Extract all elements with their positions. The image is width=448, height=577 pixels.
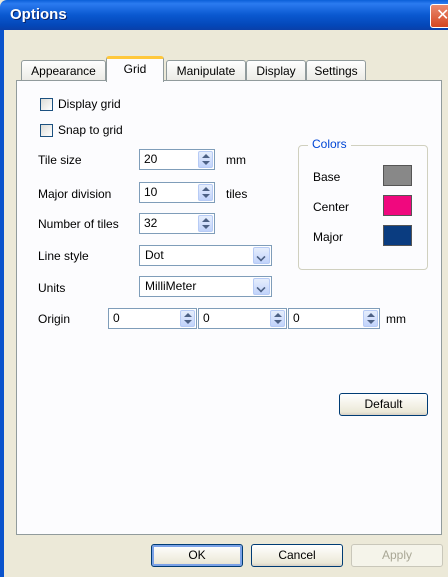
origin-z-value: 0: [293, 311, 300, 325]
origin-unit: mm: [386, 312, 406, 326]
units-dropdown[interactable]: MilliMeter: [139, 276, 272, 297]
arrow-up-icon: [274, 313, 282, 317]
origin-y-spin-button[interactable]: [270, 310, 285, 327]
display-grid-label: Display grid: [58, 97, 121, 111]
major-color-label: Major: [313, 230, 344, 244]
arrow-up-icon: [184, 313, 192, 317]
origin-y-spinbox[interactable]: 0: [198, 308, 287, 329]
arrow-down-icon: [184, 320, 192, 324]
major-division-label: Major division: [38, 187, 112, 201]
line-style-label: Line style: [38, 249, 89, 263]
tile-size-spinbox[interactable]: 20: [139, 149, 215, 170]
display-grid-checkbox[interactable]: [40, 98, 53, 111]
origin-y-value: 0: [203, 311, 210, 325]
center-color-label: Center: [313, 200, 350, 214]
center-color-swatch[interactable]: [383, 195, 412, 216]
units-value: MilliMeter: [145, 279, 197, 293]
tile-size-spin-button[interactable]: [198, 151, 213, 168]
tile-size-value: 20: [144, 152, 158, 166]
origin-x-spinbox[interactable]: 0: [108, 308, 197, 329]
tab-label: Settings: [314, 64, 358, 78]
units-dropdown-button[interactable]: [253, 278, 270, 295]
tab-label: Manipulate: [176, 64, 236, 78]
origin-x-value: 0: [113, 311, 120, 325]
tab-display[interactable]: Display: [246, 60, 306, 80]
number-of-tiles-spin-button[interactable]: [198, 215, 213, 232]
chevron-down-icon: [256, 283, 266, 293]
tile-size-unit: mm: [226, 153, 246, 167]
colors-group-title: Colors: [308, 137, 351, 151]
close-button[interactable]: ✕: [430, 4, 448, 28]
base-color-label: Base: [313, 170, 341, 184]
major-color-swatch[interactable]: [383, 225, 412, 246]
tab-manipulate[interactable]: Manipulate: [166, 60, 246, 80]
window-frame-left: [0, 30, 4, 577]
origin-z-spin-button[interactable]: [363, 310, 378, 327]
arrow-down-icon: [202, 161, 210, 165]
number-of-tiles-spinbox[interactable]: 32: [139, 213, 215, 234]
arrow-down-icon: [202, 225, 210, 229]
default-button[interactable]: Default: [339, 393, 428, 416]
origin-x-spin-button[interactable]: [180, 310, 195, 327]
line-style-value: Dot: [145, 248, 164, 262]
major-division-spin-button[interactable]: [198, 184, 213, 201]
base-color-swatch[interactable]: [383, 165, 412, 186]
arrow-up-icon: [367, 313, 375, 317]
number-of-tiles-value: 32: [144, 216, 158, 230]
major-division-unit: tiles: [226, 187, 248, 201]
tile-size-label: Tile size: [38, 153, 82, 167]
options-dialog: Options ✕ Appearance Grid Manipulate Dis…: [0, 0, 448, 577]
arrow-down-icon: [202, 194, 210, 198]
major-division-spinbox[interactable]: 10: [139, 182, 215, 203]
arrow-up-icon: [202, 187, 210, 191]
units-label: Units: [38, 281, 66, 295]
number-of-tiles-label: Number of tiles: [38, 217, 119, 231]
ok-button[interactable]: OK: [151, 544, 243, 567]
title-bar[interactable]: Options ✕: [0, 0, 448, 30]
window-title: Options: [10, 6, 67, 23]
snap-to-grid-label: Snap to grid: [58, 123, 123, 137]
line-style-dropdown[interactable]: Dot: [139, 245, 272, 266]
cancel-button[interactable]: Cancel: [251, 544, 343, 567]
tab-label: Appearance: [31, 64, 96, 78]
origin-label: Origin: [38, 312, 71, 326]
close-icon: ✕: [436, 7, 448, 24]
arrow-down-icon: [274, 320, 282, 324]
snap-to-grid-checkbox[interactable]: [40, 124, 53, 137]
chevron-down-icon: [256, 252, 266, 262]
arrow-down-icon: [367, 320, 375, 324]
line-style-dropdown-button[interactable]: [253, 247, 270, 264]
tab-grid[interactable]: Grid: [106, 56, 164, 82]
arrow-up-icon: [202, 154, 210, 158]
arrow-up-icon: [202, 218, 210, 222]
tab-label: Grid: [123, 62, 147, 76]
origin-z-spinbox[interactable]: 0: [288, 308, 380, 329]
major-division-value: 10: [144, 185, 158, 199]
tab-label: Display: [256, 64, 296, 78]
apply-button[interactable]: Apply: [351, 544, 443, 567]
tab-settings[interactable]: Settings: [306, 60, 366, 80]
tab-appearance[interactable]: Appearance: [21, 60, 106, 80]
